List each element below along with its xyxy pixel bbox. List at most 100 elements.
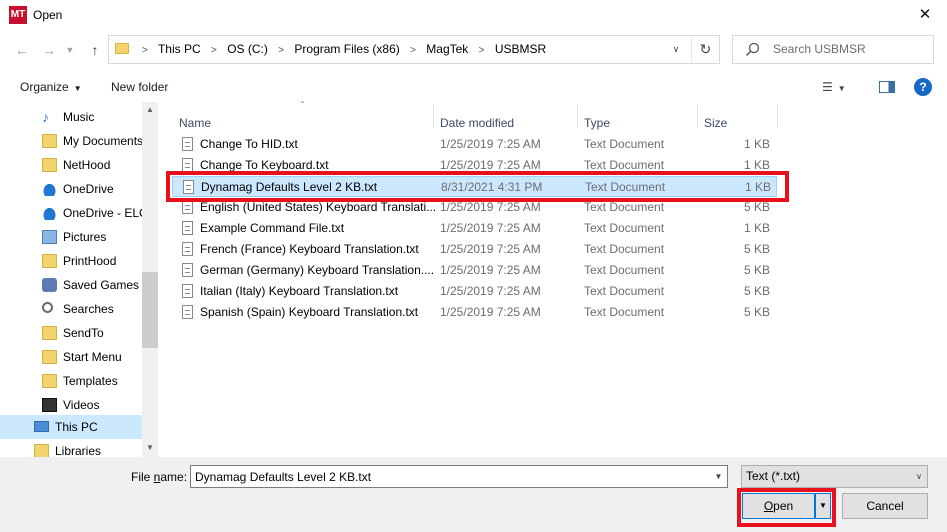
nav-item-printhood[interactable]: PrintHood xyxy=(0,249,142,273)
window-title: Open xyxy=(33,8,63,22)
column-divider[interactable] xyxy=(697,104,698,128)
refresh-icon[interactable]: ↻ xyxy=(691,36,719,63)
file-size: 1 KB xyxy=(743,221,770,235)
folder-icon xyxy=(42,350,57,364)
nav-item-sendto[interactable]: SendTo xyxy=(0,321,142,345)
file-name: German (Germany) Keyboard Translation...… xyxy=(200,263,435,277)
file-row[interactable]: German (Germany) Keyboard Translation...… xyxy=(172,260,777,281)
nav-item-my-documents[interactable]: My Documents xyxy=(0,129,143,153)
nav-item-label: Saved Games xyxy=(63,278,140,292)
file-name: Change To Keyboard.txt xyxy=(200,158,329,172)
computer-icon xyxy=(34,421,49,432)
nav-item-libraries[interactable]: Libraries xyxy=(0,439,142,457)
chevron-right-icon[interactable]: > xyxy=(211,45,217,56)
address-bar[interactable]: > This PC > OS (C:) > Program Files (x86… xyxy=(108,35,720,64)
file-row[interactable]: French (France) Keyboard Translation.txt… xyxy=(172,239,777,260)
column-header-type[interactable]: Type xyxy=(584,116,610,130)
nav-item-videos[interactable]: Videos xyxy=(0,393,142,417)
chevron-down-icon: ▼ xyxy=(73,84,82,93)
folder-icon xyxy=(42,326,57,340)
file-size: 1 KB xyxy=(743,158,770,172)
scroll-down-icon[interactable]: ▼ xyxy=(142,440,158,456)
nav-item-music[interactable]: ♪ Music xyxy=(0,105,142,129)
search-placeholder: Search USBMSR xyxy=(773,42,866,56)
nav-item-pictures[interactable]: Pictures xyxy=(0,225,142,249)
column-header-date[interactable]: Date modified xyxy=(440,116,514,130)
up-arrow-icon[interactable]: ↑ xyxy=(85,40,105,60)
column-divider[interactable] xyxy=(577,104,578,128)
folder-icon xyxy=(42,374,57,388)
new-folder-button[interactable]: New folder xyxy=(111,80,168,94)
file-date: 1/25/2019 7:25 AM xyxy=(440,305,541,319)
nav-item-start-menu[interactable]: Start Menu xyxy=(0,345,142,369)
file-name: Italian (Italy) Keyboard Translation.txt xyxy=(200,284,399,298)
file-name: Spanish (Spain) Keyboard Translation.txt xyxy=(200,305,419,319)
pictures-icon xyxy=(42,230,57,244)
file-row[interactable]: Italian (Italy) Keyboard Translation.txt… xyxy=(172,281,777,302)
file-name-input[interactable] xyxy=(190,465,728,488)
nav-item-onedrive-elc[interactable]: OneDrive - ELC xyxy=(0,201,148,225)
nav-scrollbar-thumb[interactable] xyxy=(142,272,158,348)
search-input[interactable]: Search USBMSR xyxy=(732,35,934,64)
forward-arrow-icon[interactable]: → xyxy=(39,40,59,60)
breadcrumb-item[interactable]: Program Files (x86) xyxy=(294,42,399,56)
highlight-box-open-button xyxy=(737,488,836,527)
file-size: 5 KB xyxy=(743,284,770,298)
folder-icon xyxy=(42,254,57,268)
help-icon[interactable]: ? xyxy=(914,78,932,96)
navigation-pane: ♪ Music My Documents NetHood OneDrive On… xyxy=(0,102,158,457)
organize-label: Organize xyxy=(20,80,69,94)
close-button[interactable]: ✕ xyxy=(903,0,947,30)
nav-item-nethood[interactable]: NetHood xyxy=(0,153,142,177)
organize-button[interactable]: Organize ▼ xyxy=(20,80,82,94)
scroll-up-icon[interactable]: ▲ xyxy=(142,102,158,118)
view-options-button[interactable]: ☰ ▼ xyxy=(822,80,846,94)
nav-item-onedrive[interactable]: OneDrive xyxy=(0,177,142,201)
file-size: 5 KB xyxy=(743,242,770,256)
text-file-icon xyxy=(182,137,193,151)
file-type-select[interactable]: Text (*.txt) xyxy=(741,465,928,488)
file-row[interactable]: Spanish (Spain) Keyboard Translation.txt… xyxy=(172,302,777,323)
breadcrumb-item[interactable]: This PC xyxy=(158,42,201,56)
nav-item-label: Start Menu xyxy=(63,350,122,364)
folder-icon xyxy=(42,134,57,148)
folder-icon xyxy=(115,43,129,54)
text-file-icon xyxy=(182,158,193,172)
breadcrumb-item[interactable]: MagTek xyxy=(426,42,468,56)
file-type: Text Document xyxy=(584,284,665,298)
file-row[interactable]: Example Command File.txt 1/25/2019 7:25 … xyxy=(172,218,777,239)
nav-item-label: Pictures xyxy=(63,230,107,244)
preview-pane-icon[interactable] xyxy=(879,81,895,93)
breadcrumb-item[interactable]: OS (C:) xyxy=(227,42,268,56)
nav-item-saved-games[interactable]: Saved Games xyxy=(0,273,142,297)
chevron-right-icon[interactable]: > xyxy=(278,45,284,56)
file-size: 1 KB xyxy=(743,137,770,151)
chevron-right-icon[interactable]: > xyxy=(479,45,485,56)
column-divider[interactable] xyxy=(433,104,434,128)
column-header-name[interactable]: Name xyxy=(179,116,211,130)
video-icon xyxy=(42,398,57,412)
breadcrumb-item[interactable]: USBMSR xyxy=(495,42,546,56)
file-row[interactable]: Change To HID.txt 1/25/2019 7:25 AM Text… xyxy=(172,134,777,155)
nav-item-templates[interactable]: Templates xyxy=(0,369,142,393)
nav-item-label: OneDrive - ELC xyxy=(63,206,148,220)
column-header-size[interactable]: Size xyxy=(704,116,727,130)
back-arrow-icon[interactable]: ← xyxy=(12,40,32,60)
title-bar: MT Open ✕ xyxy=(0,0,947,30)
chevron-down-icon[interactable]: ∨ xyxy=(911,466,927,487)
address-dropdown-icon[interactable]: ∨ xyxy=(666,36,686,63)
text-file-icon xyxy=(182,221,193,235)
file-date: 1/25/2019 7:25 AM xyxy=(440,263,541,277)
recent-locations-chevron-icon[interactable]: ▼ xyxy=(60,40,80,60)
cancel-button[interactable]: Cancel xyxy=(842,493,928,519)
nav-item-this-pc[interactable]: This PC xyxy=(0,415,142,439)
nav-item-label: OneDrive xyxy=(63,182,114,196)
cloud-icon xyxy=(42,206,57,220)
file-name-dropdown-icon[interactable]: ▼ xyxy=(710,466,727,487)
text-file-icon xyxy=(182,242,193,256)
nav-item-searches[interactable]: Searches xyxy=(0,297,142,321)
file-name: Change To HID.txt xyxy=(200,137,298,151)
column-divider[interactable] xyxy=(777,104,778,128)
app-icon: MT xyxy=(9,6,27,24)
chevron-right-icon[interactable]: > xyxy=(410,45,416,56)
